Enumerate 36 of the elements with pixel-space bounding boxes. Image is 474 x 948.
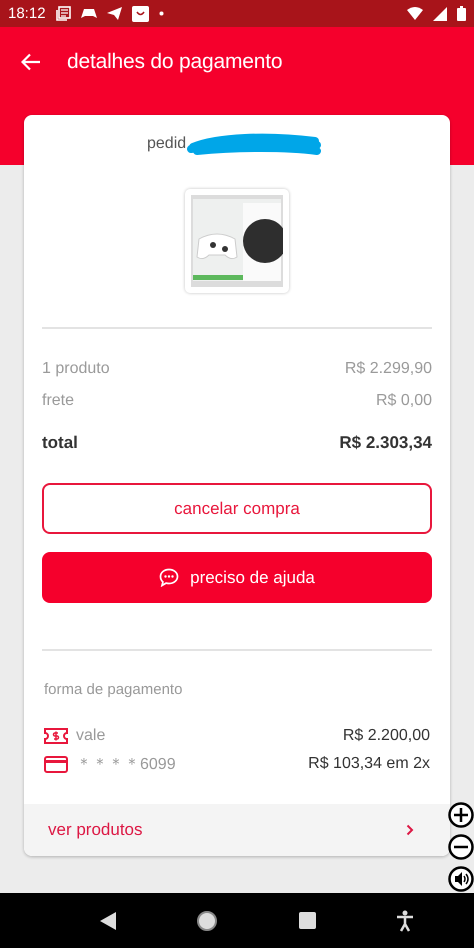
- summary-value: R$ 2.299,90: [344, 360, 432, 378]
- home-icon[interactable]: [196, 910, 218, 932]
- payment-amount: R$ 2.200,00: [342, 727, 430, 745]
- wifi-icon: [407, 7, 423, 20]
- send-icon: [106, 7, 122, 20]
- volume-icon[interactable]: [448, 866, 474, 892]
- order-number: pedid: [147, 135, 186, 153]
- view-products-link[interactable]: ver produtos: [24, 804, 450, 856]
- bag-icon: [132, 6, 149, 22]
- zoom-in-icon[interactable]: [448, 802, 474, 828]
- chevron-right-icon: [406, 824, 414, 836]
- ticket-icon: [44, 728, 68, 744]
- payment-amount: R$ 103,34 em 2x: [308, 755, 430, 773]
- battery-icon: [457, 6, 466, 21]
- summary-label: total: [42, 433, 78, 453]
- chat-icon: [159, 568, 180, 587]
- payment-method: ＊＊＊＊6099: [76, 754, 176, 774]
- status-time: 18:12: [8, 5, 46, 22]
- zoom-out-icon[interactable]: [448, 834, 474, 860]
- page-title: detalhes do pagamento: [67, 50, 282, 74]
- summary-label: frete: [42, 392, 74, 410]
- summary-label: 1 produto: [42, 360, 110, 378]
- back-arrow-icon[interactable]: [21, 52, 41, 70]
- summary-value: R$ 0,00: [376, 392, 432, 410]
- help-button[interactable]: preciso de ajuda: [42, 552, 432, 603]
- payment-method: vale: [76, 727, 106, 745]
- cancel-button[interactable]: cancelar compra: [42, 483, 432, 534]
- news-icon: [56, 6, 71, 21]
- signal-icon: [433, 6, 447, 20]
- accessibility-icon[interactable]: [396, 910, 414, 932]
- summary-value: R$ 2.303,34: [339, 433, 432, 453]
- section-title: forma de pagamento: [44, 681, 184, 698]
- dot-icon: [158, 11, 164, 16]
- recents-icon[interactable]: [298, 912, 316, 929]
- credit-card-icon: [44, 756, 68, 772]
- back-icon[interactable]: [100, 912, 116, 930]
